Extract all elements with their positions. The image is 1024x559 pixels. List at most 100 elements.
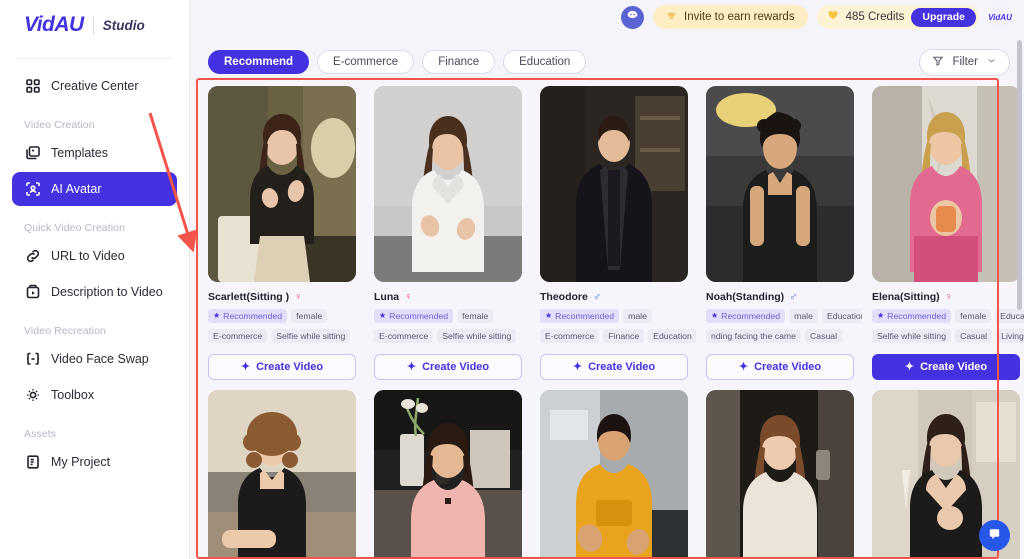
female-symbol-icon: ♀ — [944, 290, 953, 303]
create-video-button[interactable]: ✦ Create Video — [872, 354, 1020, 380]
avatar-card[interactable] — [540, 390, 696, 559]
funnel-icon — [932, 55, 944, 70]
avatar-tag: Education — [648, 329, 696, 343]
avatar-tag: female — [457, 309, 494, 323]
upgrade-button[interactable]: Upgrade — [911, 7, 976, 27]
sidebar-item-ai-avatar[interactable]: AI Avatar — [12, 172, 177, 206]
avatar-thumbnail[interactable] — [706, 86, 854, 282]
sparkle-icon: ✦ — [738, 360, 749, 373]
sidebar-item-label: My Project — [51, 455, 111, 469]
create-video-button[interactable]: ✦ Create Video — [540, 354, 688, 380]
avatar-card[interactable] — [706, 390, 862, 559]
sidebar-item-label: URL to Video — [51, 249, 125, 263]
avatar-thumbnail[interactable] — [208, 390, 356, 559]
create-video-button[interactable]: ✦ Create Video — [706, 354, 854, 380]
avatar-image-row2-3 — [540, 390, 688, 559]
sidebar-item-url-to-video[interactable]: URL to Video — [12, 239, 177, 273]
sparkle-icon: ✦ — [572, 360, 583, 373]
avatar-card[interactable]: Luna ♀ ★ Recommended female E-commerce S… — [374, 86, 530, 380]
chat-widget-button[interactable] — [979, 520, 1010, 551]
sidebar-item-label: Templates — [51, 146, 108, 160]
avatar-thumbnail[interactable] — [374, 390, 522, 559]
avatar-card[interactable] — [374, 390, 530, 559]
sidebar-group-video-recreation: Video Recreation — [24, 325, 106, 337]
female-symbol-icon: ♀ — [404, 290, 413, 303]
sidebar: VidAU Studio Creative Center Video Creat… — [0, 0, 190, 559]
topbar: Invite to earn rewards 485 Credits Upgra… — [190, 0, 1024, 34]
avatar-tags-row-2: nding facing the came Casual — [706, 329, 862, 343]
scrollbar-thumb[interactable] — [1017, 40, 1022, 310]
heart-coin-icon — [827, 8, 839, 26]
avatar-name: Elena(Sitting) — [872, 291, 940, 303]
app-root: VidAU Studio Creative Center Video Creat… — [0, 0, 1024, 559]
sidebar-item-description-to-video[interactable]: Description to Video — [12, 275, 177, 309]
avatar-thumbnail[interactable] — [706, 390, 854, 559]
avatar-grid-container[interactable]: Scarlett(Sitting ) ♀ ★ Recommended femal… — [190, 80, 1024, 559]
discord-button[interactable] — [621, 5, 644, 29]
chip-e-commerce[interactable]: E-commerce — [317, 50, 415, 74]
avatar-tag: Selfie while sitting — [872, 329, 952, 343]
create-video-button[interactable]: ✦ Create Video — [208, 354, 356, 380]
create-video-label: Create Video — [920, 361, 988, 373]
avatar-tags-row-2: Selfie while sitting Casual Living room — [872, 329, 1024, 343]
avatar-tag: Casual — [955, 329, 993, 343]
avatar-card[interactable] — [208, 390, 364, 559]
avatar-tag: E-commerce — [540, 329, 600, 343]
filter-bar: Recommend E-commerce Finance Education F… — [190, 44, 1024, 80]
avatar-card[interactable]: Theodore ♂ ★ Recommended male E-commerce… — [540, 86, 696, 380]
avatar-name: Luna — [374, 291, 400, 303]
recommended-badge: ★ Recommended — [374, 309, 454, 323]
avatar-name: Theodore — [540, 291, 588, 303]
sidebar-group-quick-video-creation: Quick Video Creation — [24, 222, 126, 234]
avatar-tags-row-1: ★ Recommended male Education — [706, 309, 862, 323]
avatar-image-noah — [706, 86, 854, 282]
create-video-button[interactable]: ✦ Create Video — [374, 354, 522, 380]
sidebar-item-templates[interactable]: Templates — [12, 136, 177, 170]
create-video-label: Create Video — [256, 361, 324, 373]
chip-finance[interactable]: Finance — [422, 50, 496, 74]
star-icon: ★ — [545, 311, 553, 321]
recommended-badge: ★ Recommended — [706, 309, 786, 323]
avatar-tags-row-1: ★ Recommended female — [208, 309, 364, 323]
create-video-label: Create Video — [422, 361, 490, 373]
avatar-image-elena — [872, 86, 1020, 282]
avatar-card[interactable]: Noah(Standing) ♂ ★ Recommended male Educ… — [706, 86, 862, 380]
recommended-badge: ★ Recommended — [208, 309, 288, 323]
sparkle-icon: ✦ — [406, 360, 417, 373]
sidebar-item-video-face-swap[interactable]: Video Face Swap — [12, 342, 177, 376]
recommended-label: Recommended — [223, 311, 283, 321]
star-icon: ★ — [379, 311, 387, 321]
avatar-card[interactable]: Elena(Sitting) ♀ ★ Recommended female Ed… — [872, 86, 1024, 380]
male-symbol-icon: ♂ — [592, 290, 602, 303]
avatar-tag: nding facing the came — [706, 329, 802, 343]
female-symbol-icon: ♀ — [294, 290, 303, 303]
credits-label: 485 Credits — [845, 11, 905, 23]
account-avatar[interactable]: VidAU — [988, 5, 1012, 29]
sidebar-item-creative-center[interactable]: Creative Center — [12, 69, 177, 103]
avatar-thumbnail[interactable] — [374, 86, 522, 282]
invite-to-earn-rewards-button[interactable]: Invite to earn rewards — [653, 5, 808, 29]
chip-education[interactable]: Education — [503, 50, 587, 74]
avatar-tag: female — [291, 309, 328, 323]
avatar-name-row: Luna ♀ — [374, 291, 530, 303]
file-icon — [24, 454, 41, 471]
sidebar-item-my-project[interactable]: My Project — [12, 445, 177, 479]
sidebar-item-label: Toolbox — [51, 388, 95, 402]
avatar-thumbnail[interactable] — [872, 86, 1020, 282]
avatar-tag: male — [789, 309, 818, 323]
grid-icon — [24, 78, 41, 95]
filter-button[interactable]: Filter — [919, 48, 1010, 76]
chip-recommend[interactable]: Recommend — [208, 50, 310, 74]
avatar-thumbnail[interactable] — [540, 390, 688, 559]
avatar-frame-icon — [24, 181, 41, 198]
avatar-tags-row-2: E-commerce Selfie while sitting — [374, 329, 530, 343]
avatar-card[interactable]: Scarlett(Sitting ) ♀ ★ Recommended femal… — [208, 86, 364, 380]
avatar-name-row: Noah(Standing) ♂ — [706, 291, 862, 303]
brand-separator — [92, 16, 94, 34]
avatar-thumbnail[interactable] — [540, 86, 688, 282]
avatar-tag: male — [623, 309, 652, 323]
sidebar-item-toolbox[interactable]: Toolbox — [12, 378, 177, 412]
avatar-thumbnail[interactable] — [208, 86, 356, 282]
brand: VidAU Studio — [0, 0, 189, 50]
sparkle-icon: ✦ — [904, 360, 915, 373]
